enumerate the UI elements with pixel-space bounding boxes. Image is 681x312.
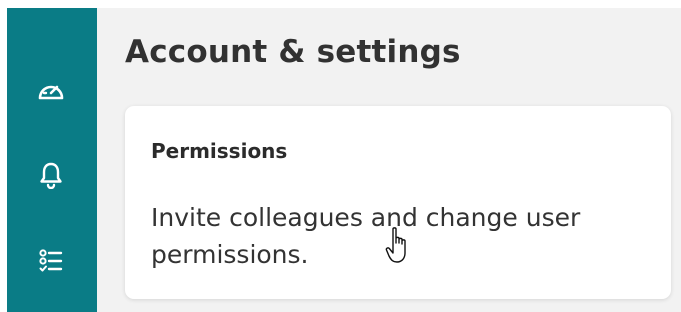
- checklist-icon: [39, 249, 63, 272]
- notifications-nav-button[interactable]: [34, 158, 68, 192]
- bell-icon: [40, 162, 62, 189]
- main-content: Account & settings Permissions Invite co…: [97, 8, 681, 312]
- speedometer-icon: [38, 85, 64, 100]
- card-title: Permissions: [151, 139, 288, 163]
- tasks-nav-button[interactable]: [34, 244, 68, 278]
- permissions-card[interactable]: Permissions Invite colleagues and change…: [125, 106, 671, 299]
- card-description: Invite colleagues and change user permis…: [151, 203, 581, 269]
- app-frame: Account & settings Permissions Invite co…: [7, 8, 681, 312]
- dashboard-nav-button[interactable]: [34, 73, 68, 107]
- page-title: Account & settings: [125, 34, 461, 70]
- sidebar: [7, 8, 97, 312]
